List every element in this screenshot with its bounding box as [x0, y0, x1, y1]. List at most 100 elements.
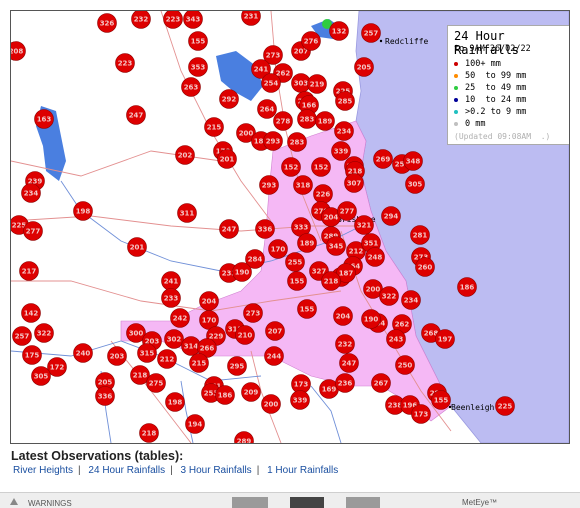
meteye-link[interactable]: MetEye™ — [462, 498, 497, 507]
link-24-hour-rainfalls[interactable]: 24 Hour Rainfalls — [88, 465, 165, 476]
link-3-hour-rainfalls[interactable]: 3 Hour Rainfalls — [181, 465, 252, 476]
station-marker[interactable]: 155 — [297, 299, 317, 319]
station-marker[interactable]: 225 — [495, 396, 515, 416]
station-marker[interactable]: 243 — [386, 329, 406, 349]
station-marker[interactable]: 234 — [334, 121, 354, 141]
station-marker[interactable]: 236 — [335, 373, 355, 393]
station-marker[interactable]: 223 — [115, 53, 135, 73]
station-marker[interactable]: 336 — [95, 386, 115, 406]
station-marker[interactable]: 283 — [287, 132, 307, 152]
station-marker[interactable]: 212 — [157, 349, 177, 369]
station-marker[interactable]: 200 — [261, 394, 281, 414]
station-marker[interactable]: 232 — [335, 334, 355, 354]
station-marker[interactable]: 219 — [307, 74, 327, 94]
station-marker[interactable]: 292 — [219, 89, 239, 109]
station-marker[interactable]: 152 — [281, 157, 301, 177]
station-marker[interactable]: 175 — [22, 345, 42, 365]
station-marker[interactable]: 204 — [333, 306, 353, 326]
station-marker[interactable]: 215 — [204, 117, 224, 137]
station-marker[interactable]: 226 — [313, 184, 333, 204]
station-marker[interactable]: 232 — [131, 11, 151, 29]
station-marker[interactable]: 215 — [189, 353, 209, 373]
station-marker[interactable]: 198 — [165, 392, 185, 412]
station-marker[interactable]: 205 — [354, 57, 374, 77]
station-marker[interactable]: 223 — [163, 11, 183, 29]
station-marker[interactable]: 241 — [161, 271, 181, 291]
station-marker[interactable]: 240 — [73, 343, 93, 363]
station-marker[interactable]: 208 — [11, 41, 26, 61]
station-marker[interactable]: 234 — [21, 183, 41, 203]
station-marker[interactable]: 198 — [73, 201, 93, 221]
station-marker[interactable]: 155 — [287, 271, 307, 291]
station-marker[interactable]: 276 — [301, 31, 321, 51]
station-marker[interactable]: 201 — [127, 237, 147, 257]
station-marker[interactable]: 163 — [34, 109, 54, 129]
station-marker[interactable]: 234 — [401, 290, 421, 310]
station-marker[interactable]: 233 — [161, 288, 181, 308]
station-marker[interactable]: 285 — [335, 91, 355, 111]
station-marker[interactable]: 321 — [354, 215, 374, 235]
station-marker[interactable]: 263 — [181, 77, 201, 97]
station-marker[interactable]: 339 — [290, 390, 310, 410]
station-marker[interactable]: 343 — [183, 11, 203, 29]
station-marker[interactable]: 247 — [339, 353, 359, 373]
station-marker[interactable]: 170 — [268, 239, 288, 259]
station-marker[interactable]: 353 — [188, 57, 208, 77]
thumbnail-forecast[interactable] — [346, 497, 380, 508]
station-marker[interactable]: 295 — [227, 356, 247, 376]
station-marker[interactable]: 190 — [232, 262, 252, 282]
station-marker[interactable]: 322 — [34, 323, 54, 343]
station-marker[interactable]: 336 — [255, 219, 275, 239]
station-marker[interactable]: 326 — [97, 13, 117, 33]
station-marker[interactable]: 257 — [12, 326, 32, 346]
station-marker[interactable]: 201 — [217, 149, 237, 169]
station-marker[interactable]: 267 — [371, 373, 391, 393]
station-marker[interactable]: 294 — [381, 206, 401, 226]
link-1-hour-rainfalls[interactable]: 1 Hour Rainfalls — [267, 465, 338, 476]
station-marker[interactable]: 186 — [457, 277, 477, 297]
station-marker[interactable]: 173 — [411, 404, 431, 424]
station-marker[interactable]: 293 — [263, 131, 283, 151]
station-marker[interactable]: 302 — [164, 329, 184, 349]
station-marker[interactable]: 278 — [273, 111, 293, 131]
station-marker[interactable]: 132 — [329, 21, 349, 41]
station-marker[interactable]: 207 — [265, 321, 285, 341]
station-marker[interactable]: 281 — [410, 225, 430, 245]
station-marker[interactable]: 348 — [403, 151, 423, 171]
station-marker[interactable]: 202 — [175, 145, 195, 165]
station-marker[interactable]: 293 — [259, 175, 279, 195]
station-marker[interactable]: 152 — [311, 157, 331, 177]
station-marker[interactable]: 322 — [379, 286, 399, 306]
station-marker[interactable]: 197 — [435, 329, 455, 349]
station-marker[interactable]: 231 — [241, 11, 261, 26]
station-marker[interactable]: 277 — [337, 201, 357, 221]
station-marker[interactable]: 254 — [261, 73, 281, 93]
station-marker[interactable]: 311 — [177, 203, 197, 223]
thumbnail-radar[interactable] — [232, 497, 268, 508]
station-marker[interactable]: 315 — [137, 343, 157, 363]
station-marker[interactable]: 283 — [297, 109, 317, 129]
station-marker[interactable]: 260 — [415, 257, 435, 277]
station-marker[interactable]: 247 — [126, 105, 146, 125]
station-marker[interactable]: 275 — [146, 373, 166, 393]
station-marker[interactable]: 217 — [19, 261, 39, 281]
station-marker[interactable]: 242 — [170, 308, 190, 328]
station-marker[interactable]: 218 — [321, 271, 341, 291]
station-marker[interactable]: 289 — [234, 431, 254, 444]
station-marker[interactable]: 218 — [139, 423, 159, 443]
thumbnail-satellite[interactable] — [290, 497, 324, 508]
link-river-heights[interactable]: River Heights — [13, 465, 73, 476]
station-marker[interactable]: 257 — [361, 23, 381, 43]
station-marker[interactable]: 250 — [395, 355, 415, 375]
rainfall-map[interactable]: Redcliffe Brisbane Beenleigh 32623222334… — [10, 10, 570, 444]
station-marker[interactable]: 189 — [297, 233, 317, 253]
station-marker[interactable]: 269 — [373, 149, 393, 169]
station-marker[interactable]: 339 — [331, 141, 351, 161]
station-marker[interactable]: 273 — [243, 303, 263, 323]
station-marker[interactable]: 318 — [293, 175, 313, 195]
station-marker[interactable]: 203 — [107, 346, 127, 366]
station-marker[interactable]: 277 — [23, 221, 43, 241]
station-marker[interactable]: 194 — [185, 414, 205, 434]
station-marker[interactable]: 204 — [199, 291, 219, 311]
station-marker[interactable]: 264 — [257, 99, 277, 119]
